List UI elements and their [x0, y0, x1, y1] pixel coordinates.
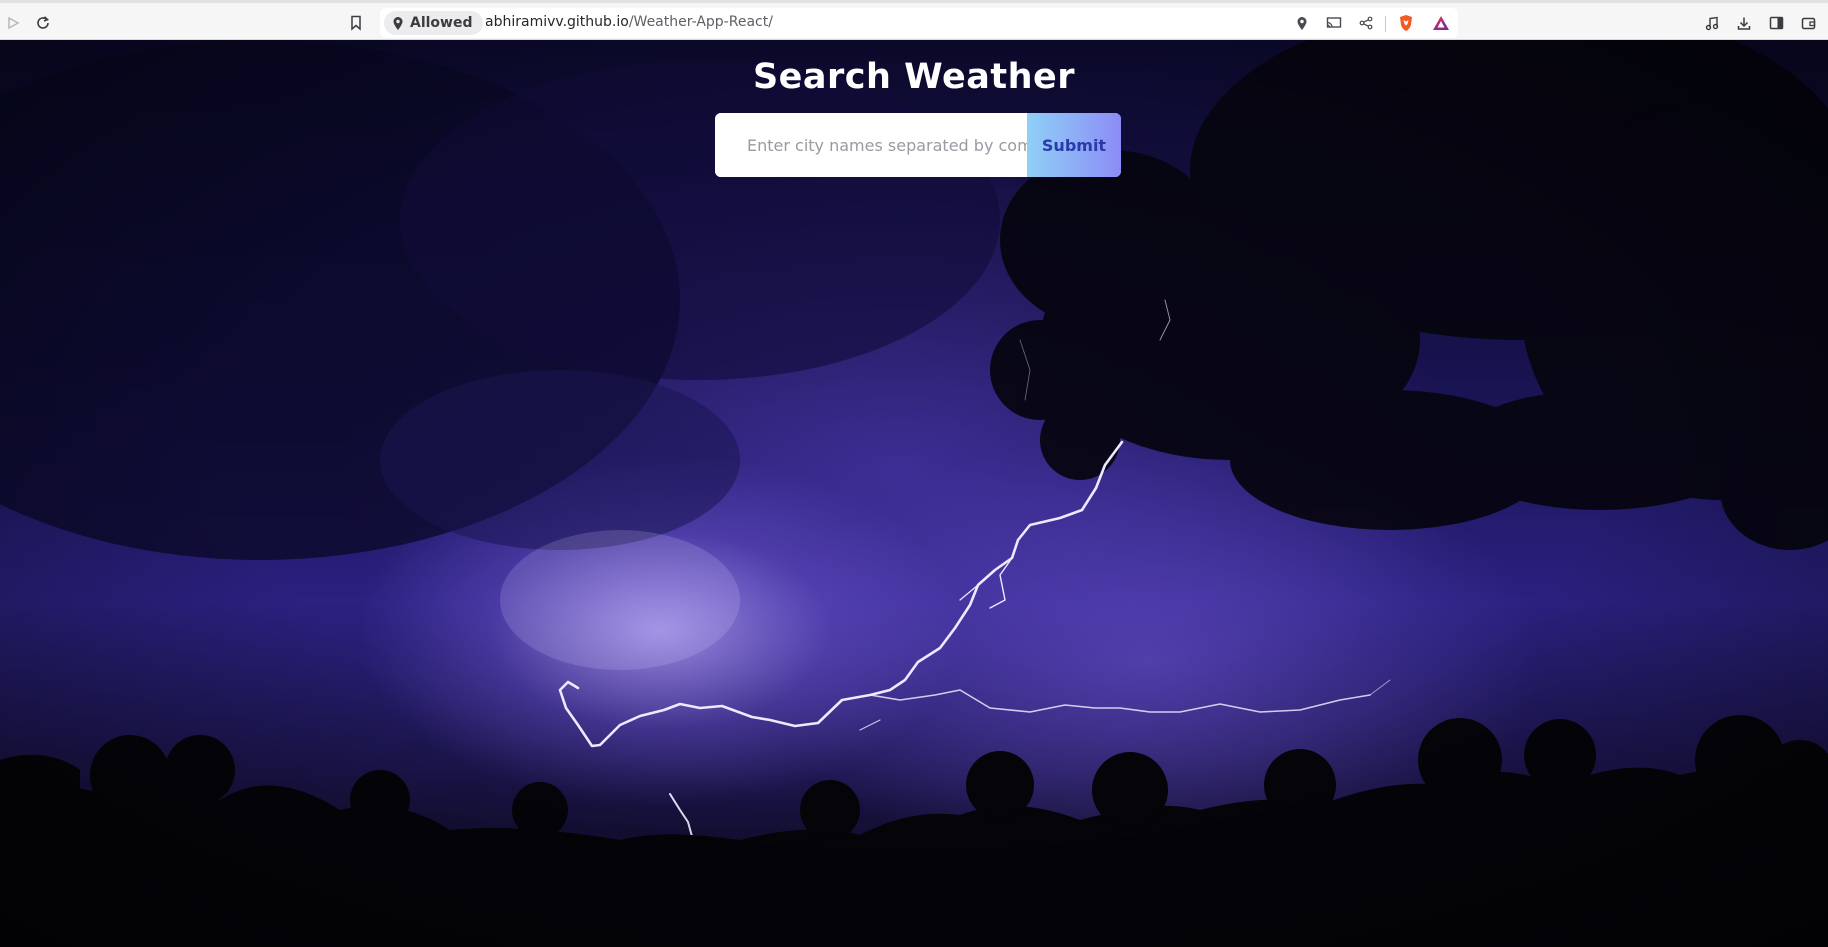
brave-shields-icon[interactable] [1395, 12, 1417, 34]
sidebar-icon[interactable] [1764, 11, 1788, 35]
city-search-form: Submit [715, 113, 1121, 177]
location-icon[interactable] [1291, 12, 1313, 34]
location-pin-icon [393, 16, 403, 30]
permission-label: Allowed [410, 15, 473, 31]
play-icon[interactable] [1, 11, 25, 35]
weather-app-page: Search Weather Submit [0, 40, 1828, 947]
brave-rewards-icon[interactable] [1430, 12, 1452, 34]
url-domain: abhiramivv.github.io [485, 14, 629, 30]
address-bar[interactable]: Allowed abhiramivv.github.io/Weather-App… [380, 8, 1458, 38]
media-icon[interactable] [1700, 11, 1724, 35]
page-title: Search Weather [752, 57, 1076, 97]
reload-icon[interactable] [31, 11, 55, 35]
permission-chip[interactable]: Allowed [384, 11, 483, 35]
bookmark-icon[interactable] [344, 11, 368, 35]
cast-icon[interactable] [1323, 12, 1345, 34]
toolbar-separator [1385, 16, 1386, 32]
url-text[interactable]: abhiramivv.github.io/Weather-App-React/ [485, 14, 773, 30]
browser-toolbar: Allowed abhiramivv.github.io/Weather-App… [0, 0, 1828, 40]
wallet-icon[interactable] [1796, 11, 1820, 35]
submit-button[interactable]: Submit [1027, 113, 1121, 177]
share-icon[interactable] [1355, 12, 1377, 34]
url-path: /Weather-App-React/ [628, 14, 773, 30]
city-search-input[interactable] [715, 113, 1027, 177]
download-icon[interactable] [1732, 11, 1756, 35]
